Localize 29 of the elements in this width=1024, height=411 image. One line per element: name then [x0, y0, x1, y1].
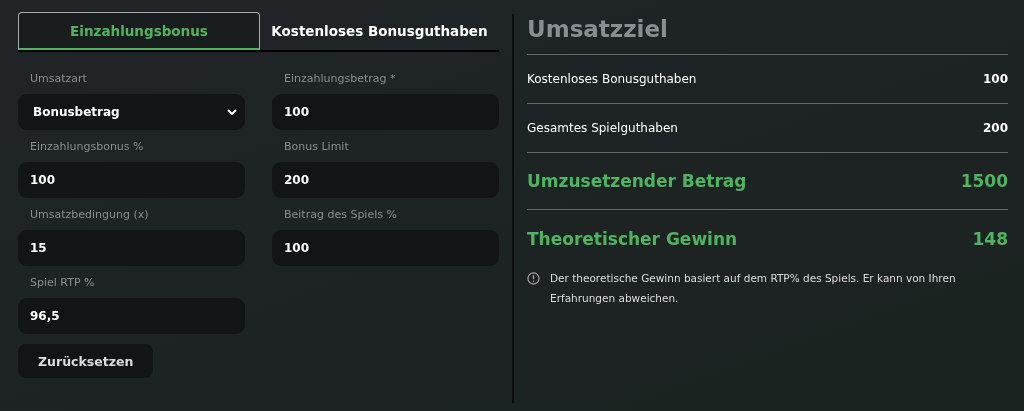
field-label: Spiel RTP %: [29, 276, 96, 290]
input-field[interactable]: 96,5: [18, 298, 245, 334]
summary-value: 148: [972, 229, 1008, 249]
input-field[interactable]: 200: [272, 162, 499, 198]
field-label: Umsatzart: [29, 72, 88, 86]
field-label: Einzahlungsbetrag *: [283, 72, 397, 86]
input-field[interactable]: 100: [272, 230, 499, 266]
summary-value: 1500: [960, 171, 1008, 191]
field-label: Bonus Limit: [283, 140, 350, 154]
summary-label: Kostenloses Bonusguthaben: [527, 72, 697, 86]
input-field[interactable]: 100: [18, 162, 245, 198]
info-note: Der theoretische Gewinn basiert auf dem RTP% des Spiels. Er kann von Ihren Erfahrungen abweichen.: [550, 271, 957, 306]
summary-label: Theoretischer Gewinn: [527, 229, 738, 249]
summary-value: 200: [982, 121, 1008, 135]
select-field[interactable]: Bonusbetrag: [18, 94, 245, 130]
field-label: Umsatzbedingung (x): [29, 208, 150, 222]
tab[interactable]: Einzahlungsbonus: [18, 12, 260, 50]
section-title: Umsatzziel: [527, 12, 1008, 55]
summary-value: 100: [982, 72, 1008, 86]
field-label: Einzahlungsbonus %: [29, 140, 145, 154]
tab[interactable]: Kostenloses Bonusguthaben: [260, 12, 499, 50]
summary-label: Umzusetzender Betrag: [527, 171, 747, 191]
input-field[interactable]: 15: [18, 230, 245, 266]
summary-label: Gesamtes Spielguthaben: [527, 121, 678, 135]
exclamation-icon: [527, 272, 540, 285]
chevron-down-icon: [227, 109, 237, 115]
reset-button[interactable]: Zurücksetzen: [18, 344, 154, 378]
input-field[interactable]: 100: [272, 94, 499, 130]
field-label: Beitrag des Spiels %: [283, 208, 398, 222]
